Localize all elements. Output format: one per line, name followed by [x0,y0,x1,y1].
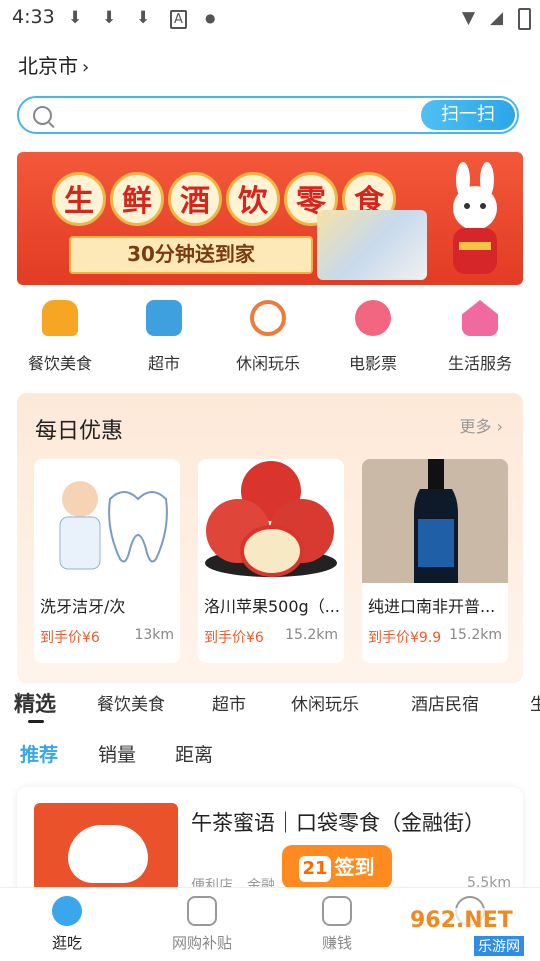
deal-name: 洛川苹果500g（... [204,597,340,616]
search-input[interactable] [63,102,427,130]
download-icon: ⬇ [136,8,151,28]
more-label: 更多 [459,417,492,436]
deal-price: 到手价¥6 [204,630,264,646]
banner-title-char: 酒 [168,172,222,226]
tab-supermarket[interactable]: 超市 [212,690,246,715]
sort-recommended[interactable]: 推荐 [20,740,58,767]
section-title: 每日优惠 [35,419,124,444]
ferris-wheel-icon [250,300,286,336]
download-icon: ⬇ [68,8,83,28]
category-tabs: 精选 餐饮美食 超市 休闲玩乐 酒店民宿 生 [0,686,540,726]
category-label: 超市 [147,354,180,373]
category-food[interactable]: 餐饮美食 [10,300,110,374]
tab-more[interactable]: 生 [530,690,540,715]
sort-tabs: 推荐 销量 距离 [0,740,540,770]
chevron-right-icon: › [82,57,90,78]
blob-icon [52,896,82,926]
search-icon [33,106,52,125]
banner-title-char: 鲜 [110,172,164,226]
active-tab-indicator [28,720,44,723]
daily-deals-section: 每日优惠 更多 › 洗牙洁牙/次 到手价¥6 13km 洛川苹果500g（...… [17,393,523,683]
status-time: 4:33 [12,6,55,28]
signin-button[interactable]: 21 签到 [282,845,392,889]
bag-icon [187,896,217,926]
shop-card[interactable]: 午茶蜜语｜口袋零食（金融街） 便利店 金融... 中一层 5.5km [17,787,523,897]
city-label: 北京市 [18,54,78,78]
watermark: 962.NET 乐游网 [404,908,538,958]
app-a-icon: A [170,10,187,29]
deal-price: 到手价¥6 [40,630,100,646]
wifi-icon: ▼ [462,8,476,28]
apples-image [198,459,344,583]
deal-distance: 15.2km [285,627,338,643]
tab-hotel[interactable]: 酒店民宿 [411,690,479,715]
deal-name: 洗牙洁牙/次 [40,597,126,616]
nav-earn[interactable]: 赚钱 [287,894,387,953]
category-label: 生活服务 [447,354,512,373]
dot-icon: ● [205,11,216,25]
banner-title-char: 生 [52,172,106,226]
wallet-icon [322,896,352,926]
tab-leisure[interactable]: 休闲玩乐 [291,690,359,715]
signal-icon: ◢ [490,8,504,28]
signin-day: 21 [299,856,331,882]
category-life-service[interactable]: 生活服务 [430,300,530,374]
wine-bottle-image [362,459,508,583]
nav-label: 网购补贴 [171,934,232,952]
deal-card[interactable]: 纯进口南非开普... 到手价¥9.9 15.2km [362,459,508,663]
rabbit-mascot-image [453,162,497,274]
deal-name: 纯进口南非开普... [368,597,496,616]
category-label: 餐饮美食 [27,354,92,373]
battery-icon [518,8,531,30]
shop-name: 午茶蜜语｜口袋零食（金融街） [191,811,485,835]
promo-banner[interactable]: 生鲜酒饮零食 30分钟送到家 [17,152,523,285]
tab-food[interactable]: 餐饮美食 [97,690,165,715]
deal-distance: 15.2km [449,627,502,643]
sort-sales[interactable]: 销量 [98,740,136,767]
watermark-text: 962.NET [410,908,513,933]
search-bar[interactable]: 扫一扫 [17,96,519,134]
nav-browse[interactable]: 逛吃 [17,894,117,953]
category-label: 电影票 [348,354,397,373]
category-row: 餐饮美食 超市 休闲玩乐 电影票 生活服务 [0,300,540,380]
home-heart-icon [462,300,498,336]
category-supermarket[interactable]: 超市 [114,300,214,374]
watermark-subtext: 乐游网 [474,936,524,956]
shop-logo [34,803,178,897]
dentist-tooth-image [34,459,180,583]
city-selector[interactable]: 北京市 › [18,50,89,79]
tab-featured[interactable]: 精选 [14,688,56,718]
download-icon: ⬇ [102,8,117,28]
deal-distance: 13km [134,627,174,643]
store-icon [146,300,182,336]
nav-shopping-subsidy[interactable]: 网购补贴 [152,894,252,953]
burger-icon [42,300,78,336]
snack-products-image [317,210,427,280]
deal-card[interactable]: 洗牙洁牙/次 到手价¥6 13km [34,459,180,663]
scan-button[interactable]: 扫一扫 [421,100,515,130]
fox-mascot-icon [68,825,148,883]
banner-subtitle: 30分钟送到家 [69,236,313,274]
deal-price: 到手价¥9.9 [368,630,442,646]
category-label: 休闲玩乐 [235,354,300,373]
deal-card[interactable]: 洛川苹果500g（... 到手价¥6 15.2km [198,459,344,663]
signin-label: 签到 [334,855,375,879]
category-leisure[interactable]: 休闲玩乐 [218,300,318,374]
nav-label: 赚钱 [321,934,352,952]
film-reel-icon [355,300,391,336]
banner-title-char: 饮 [226,172,280,226]
category-movie[interactable]: 电影票 [323,300,423,374]
status-bar: 4:33 ⬇ ⬇ ⬇ A ● ▼ ◢ [0,0,540,36]
sort-distance[interactable]: 距离 [175,740,213,767]
nav-label: 逛吃 [51,934,82,952]
more-link[interactable]: 更多 › [460,413,504,437]
